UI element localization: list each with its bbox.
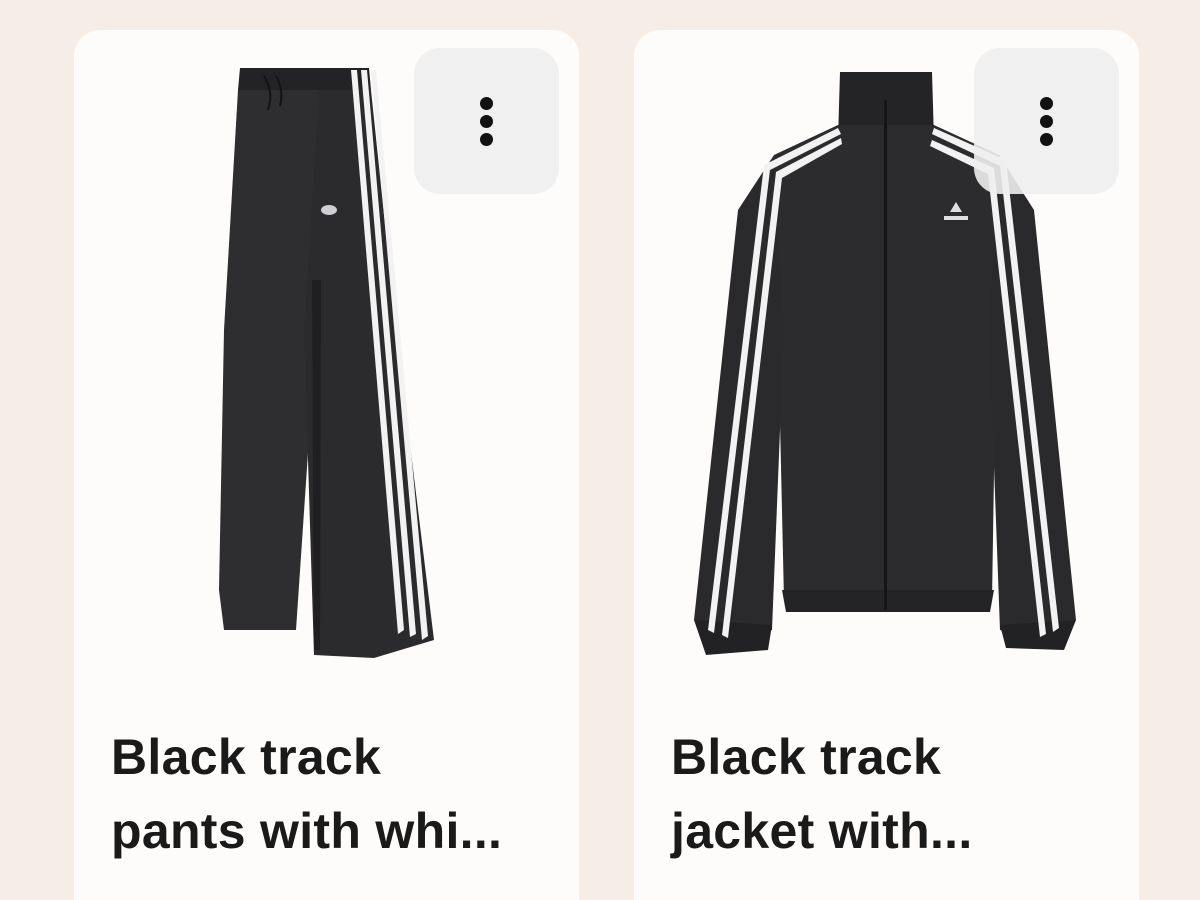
product-title-line: Black track: [671, 729, 942, 785]
more-vertical-icon: [1040, 96, 1053, 146]
product-card-jacket[interactable]: Black track jacket with...: [634, 30, 1139, 900]
card-menu-button[interactable]: [974, 48, 1119, 194]
product-image-pants[interactable]: [74, 30, 579, 680]
product-image-jacket[interactable]: [634, 30, 1139, 680]
product-title-line: pants with whi...: [111, 803, 503, 859]
product-title-line: jacket with...: [671, 803, 973, 859]
product-grid: Black track pants with whi... Black trac…: [0, 0, 1200, 900]
product-title-line: Black track: [111, 729, 382, 785]
product-title[interactable]: Black track jacket with...: [671, 720, 1111, 868]
product-card-pants[interactable]: Black track pants with whi...: [74, 30, 579, 900]
card-menu-button[interactable]: [414, 48, 559, 194]
product-title[interactable]: Black track pants with whi...: [111, 720, 551, 868]
more-vertical-icon: [480, 96, 493, 146]
